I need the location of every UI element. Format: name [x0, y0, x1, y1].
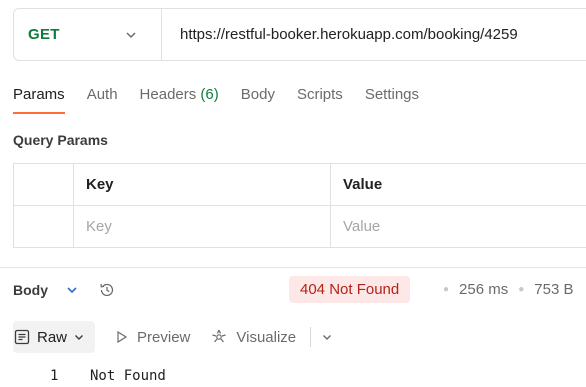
- tab-settings[interactable]: Settings: [365, 86, 419, 114]
- tab-label: Scripts: [296, 86, 343, 103]
- pane-divider[interactable]: [0, 267, 586, 268]
- checkbox-cell: [13, 163, 74, 206]
- headers-count: (6): [200, 86, 219, 103]
- tab-scripts[interactable]: Scripts: [297, 86, 343, 114]
- tab-auth[interactable]: Auth: [87, 86, 118, 114]
- chevron-down-icon: [126, 31, 136, 38]
- response-bar: Body 404 Not Found ● 256 ms ● 753 B: [13, 276, 586, 304]
- url-input[interactable]: https://restful-booker.herokuapp.com/boo…: [162, 26, 518, 43]
- key-column-header: Key: [73, 163, 331, 206]
- tab-params[interactable]: Params: [13, 86, 65, 114]
- query-params-title: Query Params: [13, 132, 108, 148]
- line-number: 1: [50, 368, 59, 384]
- chevron-down-icon[interactable]: [321, 331, 333, 343]
- tab-label: Settings: [364, 86, 420, 103]
- separator-dot: ●: [518, 284, 525, 295]
- request-tabs: Params Auth Headers (6) Body Scripts Set…: [13, 86, 441, 114]
- checkbox-cell: [13, 205, 74, 248]
- tab-headers[interactable]: Headers (6): [140, 86, 219, 114]
- chevron-down-icon[interactable]: [64, 282, 80, 298]
- tab-label: Headers: [139, 86, 197, 103]
- preview-label: Preview: [137, 328, 191, 346]
- play-icon: [117, 330, 128, 344]
- raw-text-icon: [14, 329, 30, 345]
- history-icon[interactable]: [98, 281, 116, 299]
- visualize-button[interactable]: Visualize: [210, 328, 296, 346]
- tab-label: Auth: [86, 86, 118, 103]
- method-select[interactable]: GET: [14, 9, 162, 60]
- tab-label: Params: [13, 86, 65, 103]
- raw-view-button[interactable]: Raw: [13, 321, 96, 353]
- query-params-table: Key Value Key Value: [13, 163, 586, 248]
- method-label: GET: [28, 26, 60, 43]
- separator-dot: ●: [443, 284, 450, 295]
- chevron-down-icon: [75, 335, 84, 340]
- response-body-label[interactable]: Body: [13, 282, 48, 298]
- view-separator: [310, 327, 312, 347]
- value-input[interactable]: Value: [330, 205, 586, 248]
- raw-label: Raw: [37, 328, 68, 346]
- visualize-icon: [212, 329, 227, 343]
- response-meta: ● 256 ms ● 753 B: [433, 276, 574, 303]
- value-column-header: Value: [330, 163, 586, 206]
- preview-button[interactable]: Preview: [115, 329, 190, 346]
- status-badge[interactable]: 404 Not Found: [289, 276, 411, 303]
- response-time[interactable]: 256 ms: [459, 281, 508, 298]
- response-view-bar: Raw Preview Visualize: [13, 321, 333, 353]
- table-header-row: Key Value: [13, 163, 586, 206]
- tab-label: Body: [240, 86, 275, 103]
- response-size[interactable]: 753 B: [534, 281, 573, 298]
- table-row: Key Value: [13, 205, 586, 248]
- visualize-label: Visualize: [236, 328, 297, 346]
- line-text: Not Found: [90, 368, 166, 384]
- response-line: 1 Not Found: [50, 368, 166, 384]
- request-bar: GET https://restful-booker.herokuapp.com…: [13, 8, 586, 61]
- key-input[interactable]: Key: [73, 205, 331, 248]
- tab-body[interactable]: Body: [241, 86, 275, 114]
